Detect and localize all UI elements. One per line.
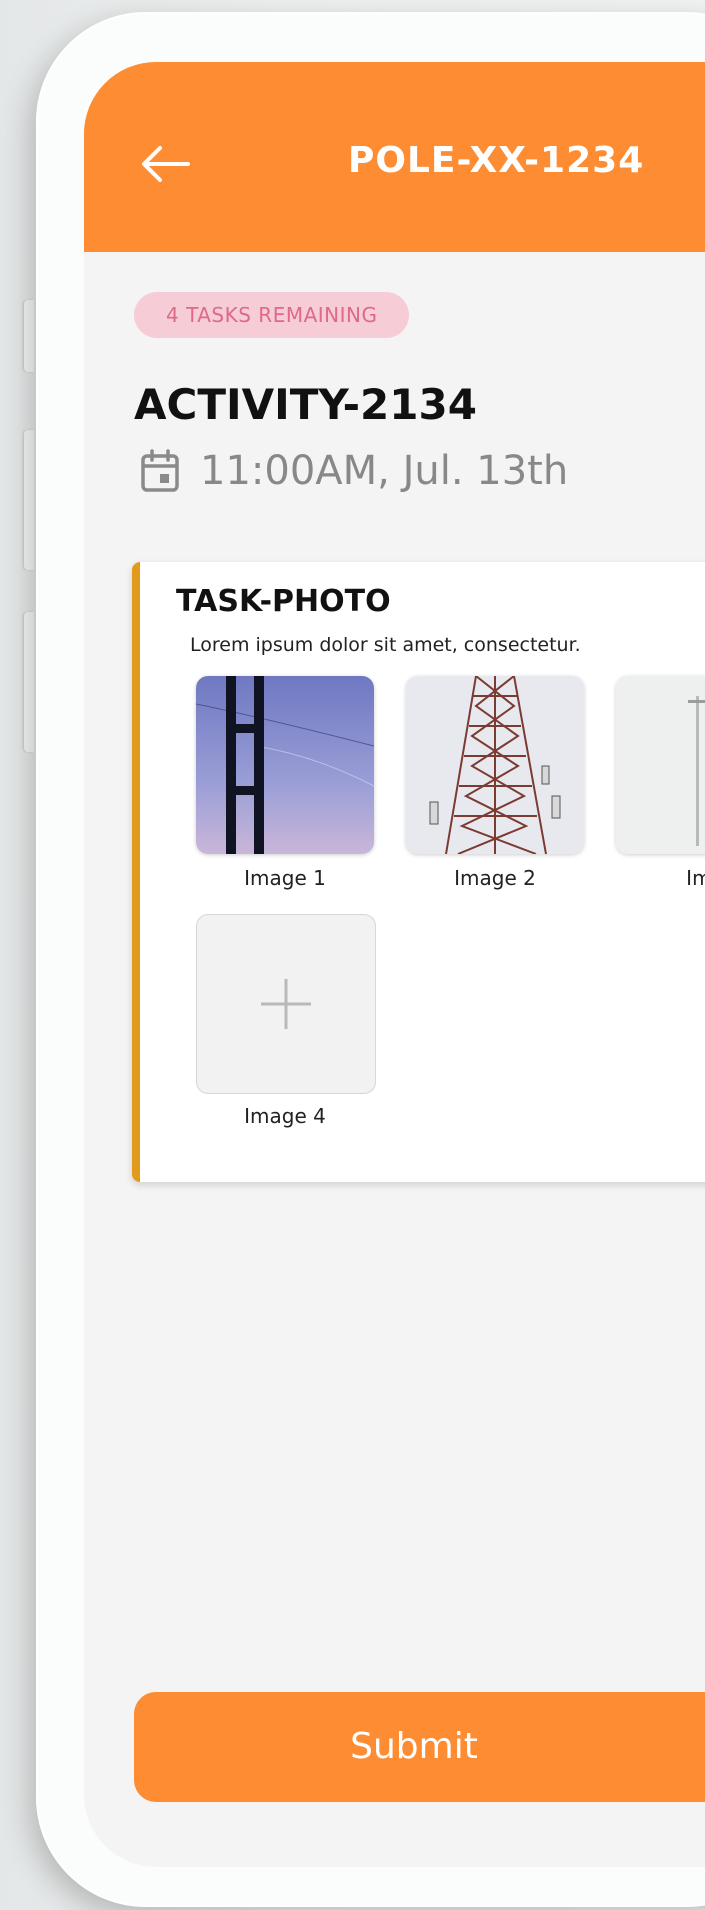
task-description: Lorem ipsum dolor sit amet, consectetur. [190,634,581,656]
app-screen: POLE-XX-1234 4 TASKS REMAINING ACTIVITY-… [84,62,705,1867]
tasks-remaining-badge: 4 TASKS REMAINING [134,292,410,338]
task-title: TASK-PHOTO [176,584,391,619]
page-title: POLE-XX-1234 [348,140,645,181]
plus-icon [261,979,311,1029]
app-header: POLE-XX-1234 [84,62,705,252]
calendar-icon [141,449,179,492]
task-image-3-label: Ima [686,866,705,890]
activity-title: ACTIVITY-2134 [134,380,477,429]
pole-photo-icon [196,676,374,854]
phone-volume-down-button [24,612,34,752]
task-image-2-label: Image 2 [454,866,536,890]
pole-photo-icon [616,676,705,854]
task-image-1[interactable] [196,676,374,854]
task-image-2[interactable] [406,676,584,854]
activity-datetime-row: 11:00AM, Jul. 13th [140,446,568,496]
device-scene: POLE-XX-1234 4 TASKS REMAINING ACTIVITY-… [0,0,705,1910]
task-card: TASK-PHOTO Lorem ipsum dolor sit amet, c… [132,562,705,1182]
phone-volume-up-button [24,430,34,570]
task-image-3[interactable] [616,676,705,854]
arrow-left-icon[interactable] [138,144,190,184]
tower-photo-icon [406,676,584,854]
phone-side-button [24,300,34,372]
add-image-button[interactable] [196,914,376,1094]
task-image-4-label: Image 4 [244,1104,326,1128]
submit-button[interactable]: Submit [134,1692,705,1802]
activity-datetime: 11:00AM, Jul. 13th [200,448,569,494]
task-image-1-label: Image 1 [244,866,326,890]
